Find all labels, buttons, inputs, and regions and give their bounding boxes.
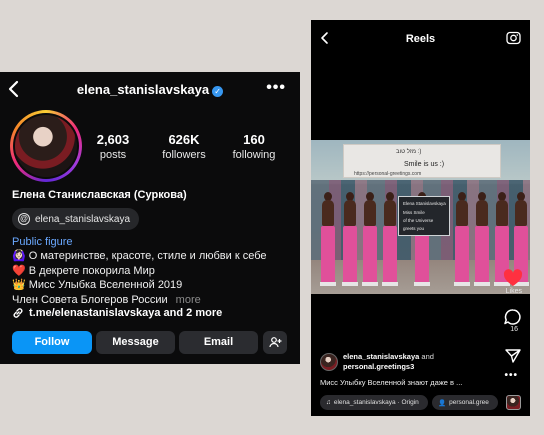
profile-panel: elena_stanislavskaya ✓ ••• 2,603 posts 62… — [0, 72, 300, 364]
reels-panel: Reels מזל טוב :) Smile is us :) https://… — [311, 20, 530, 416]
reel-collaborator-name[interactable]: personal.greetings3 — [343, 362, 414, 371]
bio-line: 👑 Мисс Улыбка Вселенной 2019 — [12, 279, 183, 291]
reels-title: Reels — [405, 33, 436, 45]
comment-icon[interactable] — [502, 308, 524, 326]
add-user-icon — [268, 337, 281, 348]
dancer — [382, 192, 398, 290]
dancer — [474, 192, 490, 290]
profile-link[interactable]: t.me/elenastanislavskaya and 2 more — [12, 307, 222, 319]
reel-authors: elena_stanislavskaya and personal.greeti… — [343, 352, 434, 371]
audio-thumbnail[interactable] — [506, 395, 521, 410]
banner-url-text: https://personal-greetings.com — [354, 171, 422, 177]
stat-followers[interactable]: 626K followers — [149, 132, 219, 161]
threads-icon: @ — [18, 213, 30, 225]
profile-full-name: Елена Станиславская (Суркова) — [12, 189, 187, 201]
threads-badge[interactable]: @ elena_stanislavskaya — [12, 208, 140, 230]
followers-label: followers — [162, 149, 206, 161]
stat-following[interactable]: 160 following — [219, 132, 289, 161]
dancer — [454, 192, 470, 290]
threads-handle: elena_stanislavskaya — [35, 213, 131, 225]
dancer — [342, 192, 358, 290]
sign-line: Miss Smile — [403, 210, 425, 215]
sign-line: Elena Stanislavskaya — [403, 201, 446, 206]
link-text: t.me/elenastanislavskaya and 2 more — [29, 307, 223, 319]
link-icon — [13, 308, 23, 318]
audio-chip-text: elena_stanislavskaya · Origin — [333, 399, 419, 406]
followers-count: 626K — [168, 132, 200, 147]
email-button[interactable]: Email — [179, 331, 258, 354]
follow-button[interactable]: Follow — [12, 331, 92, 354]
reel-chips: ♫ elena_stanislavskaya · Origin 👤 person… — [320, 395, 498, 410]
bio-more-link[interactable]: more — [176, 294, 201, 306]
comments-count: 16 — [510, 326, 518, 333]
audio-chip[interactable]: ♫ elena_stanislavskaya · Origin — [320, 395, 428, 410]
heart-icon[interactable] — [502, 268, 524, 288]
music-icon: ♫ — [326, 399, 331, 406]
avatar-image — [15, 115, 77, 177]
posts-count: 2,603 — [96, 132, 130, 147]
likes-label[interactable]: Likes — [506, 288, 522, 295]
reel-author-avatar[interactable] — [320, 353, 338, 371]
person-icon: 👤 — [438, 399, 447, 407]
reel-more-icon[interactable]: ••• — [504, 370, 518, 381]
username-text: elena_stanislavskaya — [76, 82, 210, 97]
following-label: following — [232, 149, 276, 161]
bio-line: ❤️ В декрете покорила Мир — [12, 264, 155, 277]
reel-video[interactable]: מזל טוב :) Smile is us :) https://person… — [311, 140, 530, 294]
camera-icon[interactable] — [506, 30, 521, 45]
sign-line: of the Universe — [403, 218, 434, 223]
add-user-button[interactable] — [263, 331, 287, 354]
posts-label: posts — [99, 149, 127, 161]
collab-chip-text: personal.gree — [449, 399, 489, 406]
bio-line: 🙆🏻‍♀️ О материнстве, красоте, стиле и лю… — [12, 250, 267, 262]
send-icon[interactable] — [502, 348, 524, 364]
profile-category: Public figure — [12, 236, 73, 248]
collab-chip[interactable]: 👤 personal.gree — [432, 395, 498, 410]
message-button[interactable]: Message — [96, 331, 175, 354]
stat-posts[interactable]: 2,603 posts — [78, 132, 148, 161]
profile-bio: 🙆🏻‍♀️ О материнстве, красоте, стиле и лю… — [12, 249, 267, 307]
following-count: 160 — [243, 132, 265, 147]
and-text: and — [421, 352, 434, 361]
bio-line: Член Совета Блогеров России — [12, 293, 168, 306]
verified-badge-icon: ✓ — [212, 86, 224, 97]
bio-line-last: Член Совета Блогеров России more — [12, 293, 267, 308]
reel-author-name[interactable]: elena_stanislavskaya — [343, 352, 419, 361]
reel-caption[interactable]: Мисс Улыбку Вселенной знают даже в ... — [320, 378, 462, 387]
greeting-sign: Elena Stanislavskaya Miss Smile of the U… — [398, 196, 450, 236]
greeting-banner: מזל טוב :) Smile is us :) https://person… — [343, 144, 501, 178]
dancer — [362, 192, 378, 290]
profile-username: elena_stanislavskaya ✓ — [0, 82, 300, 97]
banner-top-text: מזל טוב :) — [396, 149, 422, 155]
profile-avatar[interactable] — [10, 110, 82, 182]
profile-header: elena_stanislavskaya ✓ ••• — [0, 72, 300, 106]
banner-main-text: Smile is us :) — [404, 161, 445, 168]
more-options-icon[interactable]: ••• — [266, 79, 286, 97]
dancer — [320, 192, 336, 290]
sign-line: greets you — [403, 226, 425, 231]
